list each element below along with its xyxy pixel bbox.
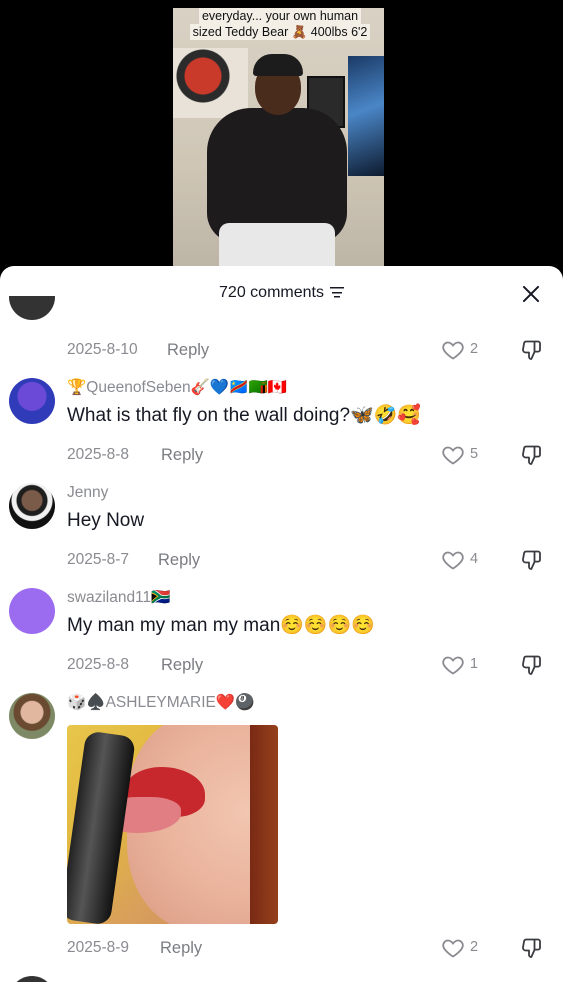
comment-date: 2025-8-8: [67, 656, 130, 673]
heart-icon: [442, 656, 464, 675]
reply-button[interactable]: Reply: [167, 340, 209, 360]
person-cap: [253, 54, 303, 76]
dislike-button[interactable]: [520, 653, 544, 677]
caption-line-2: sized Teddy Bear 🧸 400lbs 6'2: [189, 24, 371, 40]
comment-date: 2025-8-10: [67, 341, 138, 358]
reply-button[interactable]: Reply: [161, 445, 203, 465]
image-hair: [250, 725, 278, 924]
filter-icon[interactable]: [329, 287, 344, 299]
dislike-button[interactable]: [520, 936, 544, 960]
avatar[interactable]: [9, 378, 55, 424]
heart-icon: [442, 341, 464, 360]
thumbs-down-icon: [522, 445, 541, 465]
comment-text: My man my man my man☺️☺️☺️☺️: [67, 615, 375, 636]
like-count: 2: [470, 939, 479, 955]
heart-icon: [442, 551, 464, 570]
comment-text-clipped: [67, 306, 72, 320]
comments-sheet: 720 comments 2025-8-10 Reply 2 🏆QueenofS…: [0, 266, 563, 982]
heart-icon: [442, 446, 464, 465]
comment-count-label: 720 comments: [219, 284, 324, 301]
heart-icon: [442, 939, 464, 958]
like-count: 2: [470, 341, 479, 357]
comment-text: Hey Now: [67, 510, 145, 531]
caption-line-1: everyday... your own human: [198, 8, 362, 24]
close-icon[interactable]: [519, 282, 543, 306]
comment-image[interactable]: [67, 725, 278, 924]
like-button[interactable]: 1: [441, 653, 491, 677]
like-button[interactable]: 4: [441, 548, 491, 572]
like-button[interactable]: 5: [441, 443, 491, 467]
dislike-button[interactable]: [520, 338, 544, 362]
sheet-header: 720 comments: [0, 266, 563, 322]
reply-button[interactable]: Reply: [161, 655, 203, 675]
dislike-button[interactable]: [520, 548, 544, 572]
avatar[interactable]: [9, 974, 55, 982]
wall-painting-left: [173, 48, 248, 118]
reply-button[interactable]: Reply: [160, 938, 202, 958]
comment-username[interactable]: 🏆QueenofSeben🎸💙🇨🇩🇿🇲🇨🇦: [67, 378, 287, 398]
like-button[interactable]: 2: [441, 936, 491, 960]
avatar[interactable]: [9, 588, 55, 634]
reply-button[interactable]: Reply: [158, 550, 200, 570]
comment-count-title[interactable]: 720 comments: [0, 284, 563, 302]
comment-date: 2025-8-7: [67, 551, 130, 568]
thumbs-down-icon: [522, 550, 541, 570]
dislike-button[interactable]: [520, 443, 544, 467]
avatar[interactable]: [9, 483, 55, 529]
avatar[interactable]: [9, 296, 55, 322]
wall-painting-right: [348, 56, 384, 176]
comment-username[interactable]: 🎲♠️ASHLEYMARIE❤️🎱: [67, 693, 254, 713]
thumbs-down-icon: [522, 340, 541, 360]
comment-username[interactable]: Jenny: [67, 483, 108, 503]
comment-date: 2025-8-8: [67, 446, 130, 463]
comment-username[interactable]: swaziland11🇿🇦: [67, 588, 170, 608]
video-player[interactable]: everyday... your own human sized Teddy B…: [0, 0, 563, 290]
like-button[interactable]: 2: [441, 338, 491, 362]
like-count: 4: [470, 551, 479, 567]
comment-text: What is that fly on the wall doing?🦋🤣🥰: [67, 405, 422, 426]
thumbs-down-icon: [522, 938, 541, 958]
like-count: 5: [470, 446, 479, 462]
like-count: 1: [470, 656, 479, 672]
comment-date: 2025-8-9: [67, 939, 130, 956]
video-frame: [173, 8, 384, 290]
video-caption: everyday... your own human sized Teddy B…: [178, 8, 382, 40]
thumbs-down-icon: [522, 655, 541, 675]
avatar[interactable]: [9, 693, 55, 739]
